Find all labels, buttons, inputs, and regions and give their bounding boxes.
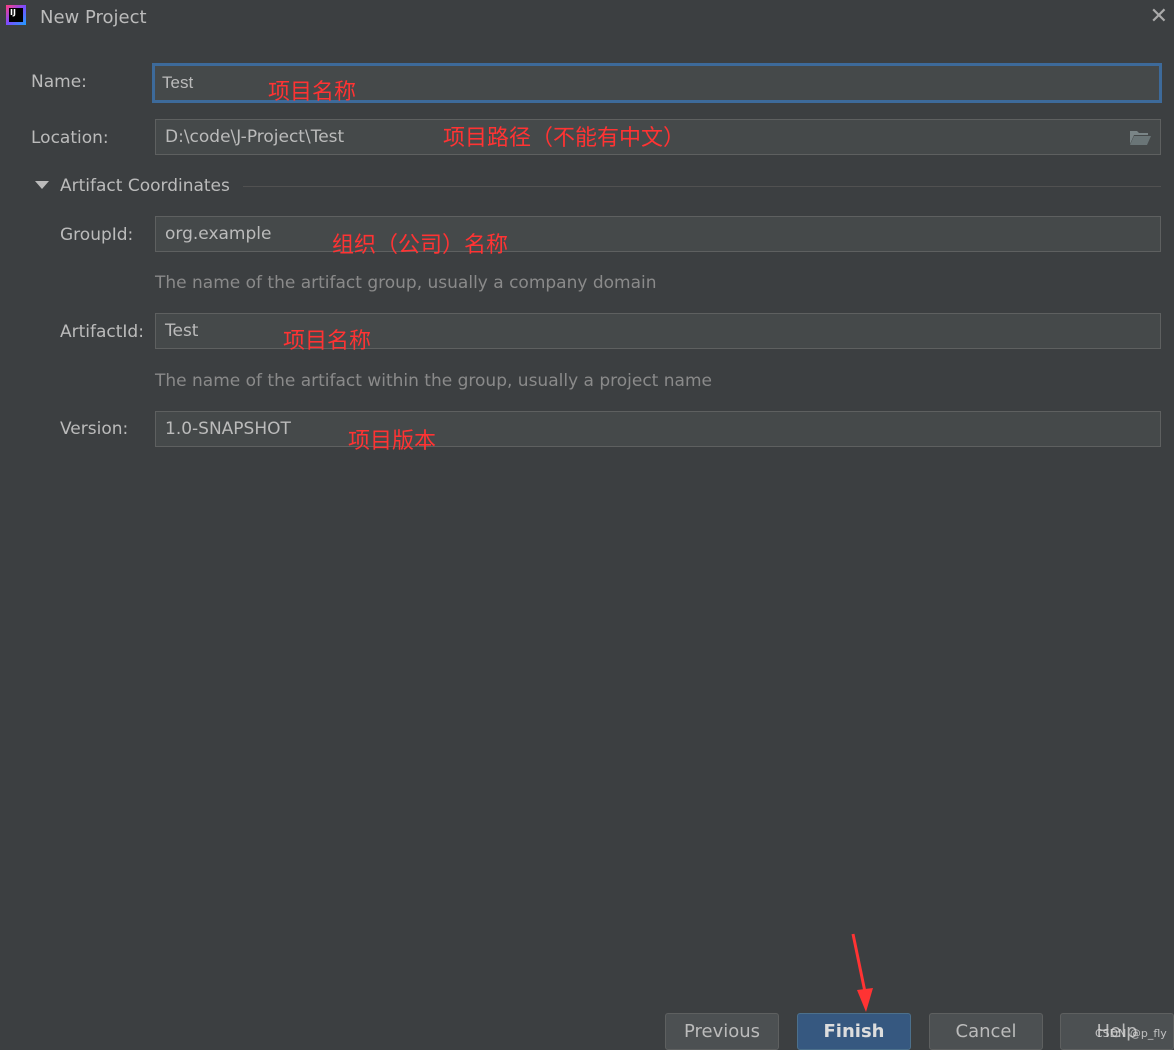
collapse-triangle-icon[interactable] bbox=[35, 181, 49, 189]
artifactid-value: Test bbox=[165, 321, 199, 341]
watermark: CSDN @p_fly bbox=[1095, 1027, 1167, 1040]
version-value: 1.0-SNAPSHOT bbox=[165, 419, 291, 439]
section-divider bbox=[243, 186, 1161, 187]
groupid-annotation: 组织（公司）名称 bbox=[332, 233, 509, 258]
version-annotation: 项目版本 bbox=[348, 429, 437, 454]
version-input[interactable]: 1.0-SNAPSHOT bbox=[155, 411, 1161, 447]
red-arrow-annotation bbox=[851, 933, 873, 1012]
window-title: New Project bbox=[40, 7, 147, 28]
location-annotation: 项目路径（不能有中文） bbox=[443, 126, 686, 151]
artifactid-hint: The name of the artifact within the grou… bbox=[155, 371, 712, 391]
close-icon[interactable]: ✕ bbox=[1150, 4, 1168, 29]
version-label: Version: bbox=[60, 419, 129, 439]
location-value: D:\code\J-Project\Test bbox=[165, 127, 345, 147]
folder-browse-icon[interactable] bbox=[1129, 129, 1151, 145]
artifactid-label: ArtifactId: bbox=[60, 322, 144, 342]
cancel-button[interactable]: Cancel bbox=[929, 1013, 1043, 1050]
name-label: Name: bbox=[31, 72, 87, 92]
location-label: Location: bbox=[31, 128, 109, 148]
name-annotation: 项目名称 bbox=[268, 80, 357, 105]
groupid-hint: The name of the artifact group, usually … bbox=[155, 273, 657, 293]
intellij-logo-icon: IJ bbox=[6, 5, 26, 25]
previous-button[interactable]: Previous bbox=[665, 1013, 779, 1050]
groupid-value: org.example bbox=[165, 224, 272, 244]
artifactid-annotation: 项目名称 bbox=[283, 329, 372, 354]
finish-button[interactable]: Finish bbox=[797, 1013, 911, 1050]
groupid-label: GroupId: bbox=[60, 225, 134, 245]
artifact-coordinates-toggle[interactable]: Artifact Coordinates bbox=[60, 176, 230, 196]
groupid-input[interactable]: org.example bbox=[155, 216, 1161, 252]
